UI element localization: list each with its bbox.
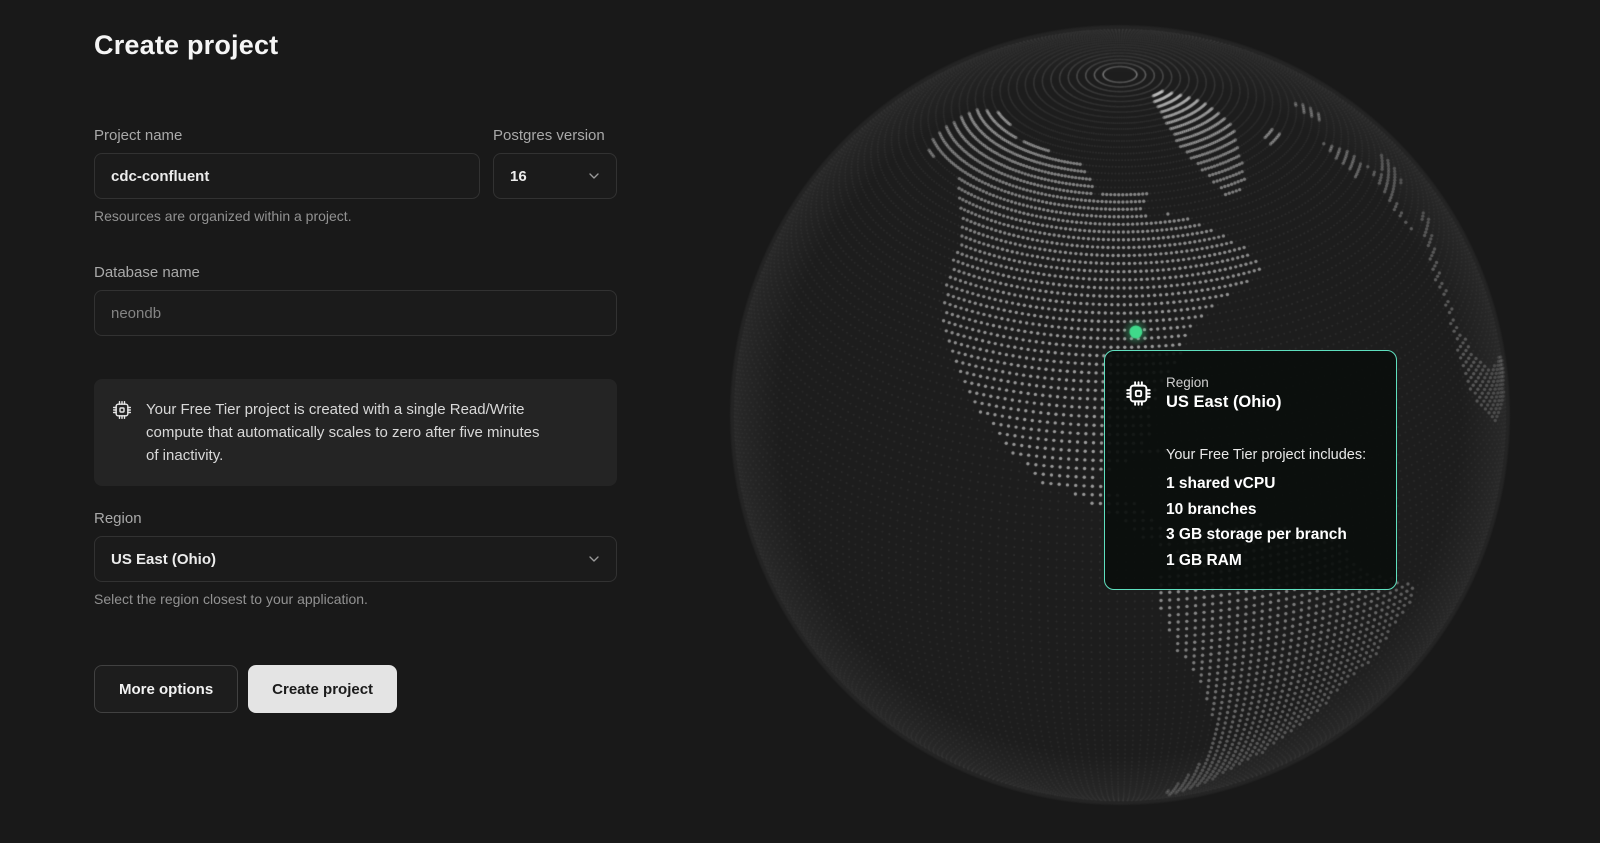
chevron-down-icon: [586, 551, 602, 567]
free-tier-notice-text: Your Free Tier project is created with a…: [146, 398, 554, 467]
postgres-version-value: 16: [510, 168, 527, 185]
region-label: Region: [94, 510, 617, 527]
cpu-icon: [1125, 380, 1152, 407]
database-name-label: Database name: [94, 264, 617, 281]
free-tier-notice: Your Free Tier project is created with a…: [94, 379, 617, 486]
database-name-input[interactable]: [94, 290, 617, 336]
region-card-region-name: US East (Ohio): [1166, 393, 1282, 412]
free-tier-includes-list: 1 shared vCPU 10 branches 3 GB storage p…: [1166, 471, 1376, 573]
project-name-label: Project name: [94, 127, 480, 144]
region-card-label: Region: [1166, 375, 1282, 390]
region-helper: Select the region closest to your applic…: [94, 591, 617, 607]
postgres-version-select[interactable]: 16: [493, 153, 617, 199]
region-select[interactable]: US East (Ohio): [94, 536, 617, 582]
project-name-helper: Resources are organized within a project…: [94, 208, 617, 224]
form-actions: More options Create project: [94, 665, 617, 713]
create-project-form: Create project Project name Postgres ver…: [94, 30, 617, 713]
free-tier-includes-title: Your Free Tier project includes:: [1166, 447, 1376, 463]
list-item: 3 GB storage per branch: [1166, 522, 1376, 548]
list-item: 1 shared vCPU: [1166, 471, 1376, 497]
page-title: Create project: [94, 30, 617, 61]
region-tooltip-card: Region US East (Ohio) Your Free Tier pro…: [1104, 350, 1397, 590]
region-card-header: Region US East (Ohio): [1125, 375, 1376, 412]
project-name-field: Project name: [94, 127, 480, 199]
more-options-button[interactable]: More options: [94, 665, 238, 713]
create-project-button[interactable]: Create project: [248, 665, 397, 713]
project-name-input[interactable]: [94, 153, 480, 199]
list-item: 1 GB RAM: [1166, 548, 1376, 574]
region-value: US East (Ohio): [111, 551, 216, 568]
cpu-icon: [112, 400, 132, 420]
chevron-down-icon: [586, 168, 602, 184]
region-field: Region US East (Ohio) Select the region …: [94, 510, 617, 607]
database-name-field: Database name: [94, 264, 617, 336]
postgres-version-field: Postgres version 16: [493, 127, 617, 199]
postgres-version-label: Postgres version: [493, 127, 617, 144]
list-item: 10 branches: [1166, 497, 1376, 523]
